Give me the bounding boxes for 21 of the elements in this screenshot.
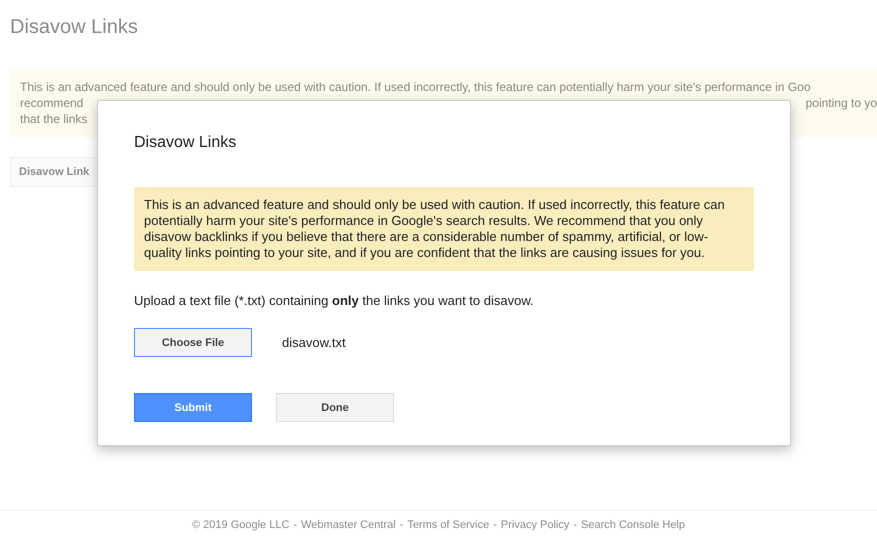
page-title: Disavow Links (10, 16, 139, 39)
warning-text: that the links (20, 111, 88, 127)
choose-file-button[interactable]: Choose File (134, 328, 252, 357)
separator-text: - (493, 519, 497, 531)
footer-link[interactable]: Terms of Service (407, 519, 490, 531)
copyright-text: © 2019 Google LLC (192, 519, 290, 531)
dialog-title: Disavow Links (134, 134, 238, 152)
footer-link[interactable]: Webmaster Central (301, 519, 396, 531)
warning-text: This is an advanced feature and should only be used with caution. If used incorrectly, this feature can potentially harm your site's performance in Goo (20, 79, 810, 95)
footer-link[interactable]: Privacy Policy (500, 519, 570, 531)
warning-text: pointing to yo (806, 95, 877, 111)
separator-text: - (293, 519, 298, 531)
separator-text: - (573, 519, 578, 531)
warning-message: This is an advanced feature and should only be used with caution. If used incorrectly, this feature can potentially harm your site's performance in Google's search results. We recommend that you only disavow backlinks if you believe that there are a considerable number of spammy, artificial, or low-quality links pointing to your site, and if you are confident that the links are causing issues for you. (134, 187, 754, 271)
warning-text: recommend (20, 95, 84, 111)
submit-button[interactable]: Submit (134, 393, 252, 422)
separator-text: - (400, 519, 404, 531)
footer-link[interactable]: Search Console Help (581, 519, 685, 531)
file-name: disavow.txt (282, 335, 346, 350)
done-button[interactable]: Done (276, 393, 394, 422)
instruction-text: Upload a text file (*.txt) containing only the links you want to disavow. (134, 293, 535, 308)
